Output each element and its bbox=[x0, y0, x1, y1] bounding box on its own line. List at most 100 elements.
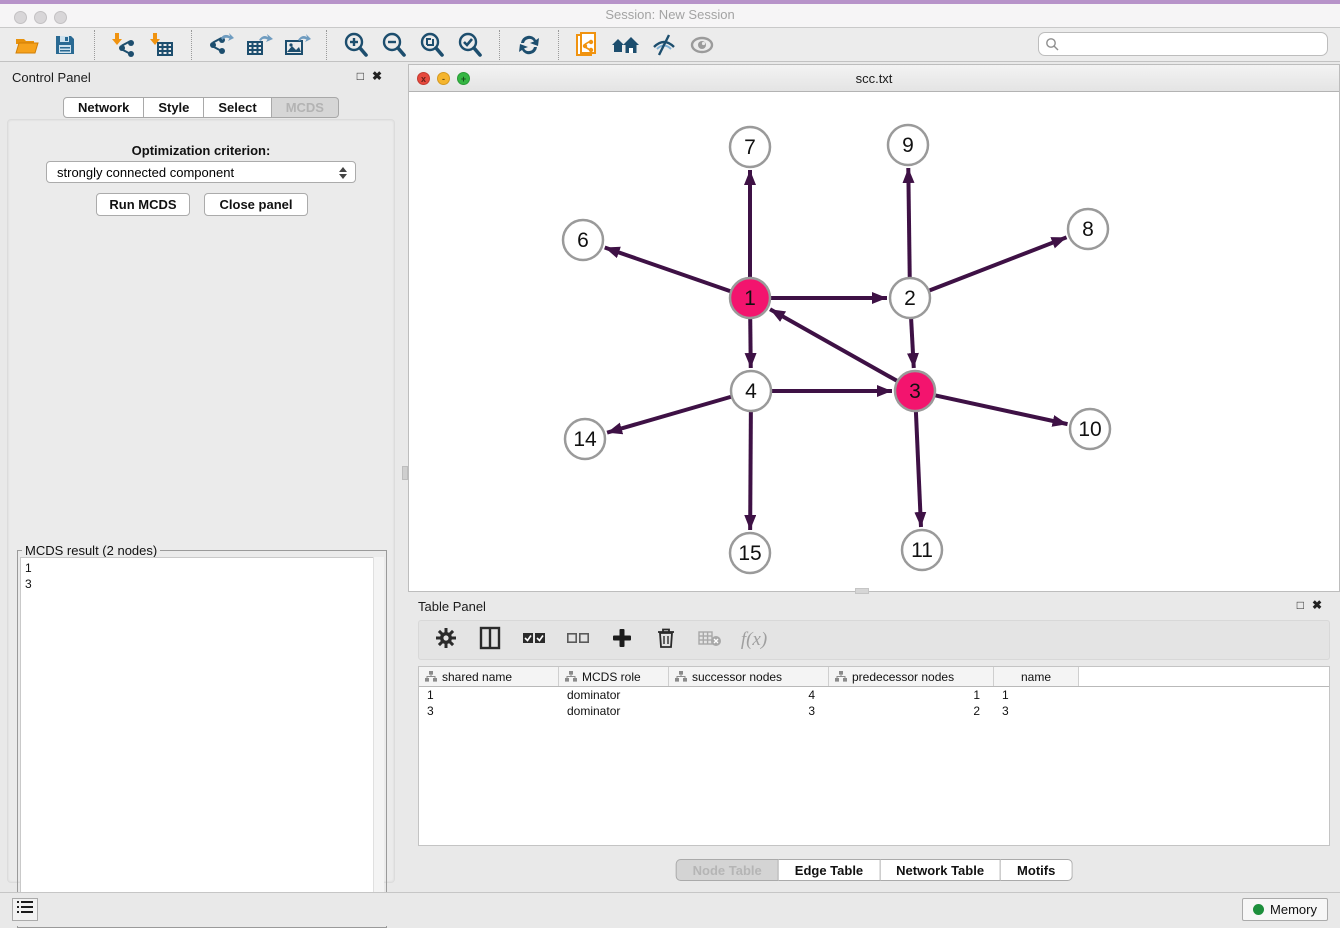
search-input[interactable] bbox=[1063, 34, 1327, 54]
mcds-result-text[interactable]: 1 3 bbox=[20, 557, 384, 925]
gear-icon bbox=[435, 627, 457, 654]
cell-mcds-role: dominator bbox=[559, 687, 669, 703]
import-table-icon bbox=[149, 32, 175, 58]
toolbar-separator bbox=[499, 30, 500, 60]
memory-status-icon bbox=[1253, 904, 1264, 915]
deselect-all-rows-button[interactable] bbox=[565, 627, 591, 653]
zoom-out-icon bbox=[381, 32, 407, 58]
save-session-button[interactable] bbox=[46, 31, 84, 59]
list-icon bbox=[17, 900, 33, 919]
graph-edge-3-11[interactable] bbox=[916, 409, 921, 527]
tab-node-table[interactable]: Node Table bbox=[676, 859, 779, 881]
toolbar-separator bbox=[326, 30, 327, 60]
control-panel-tabs: Network Style Select MCDS bbox=[63, 97, 339, 118]
export-image-button[interactable] bbox=[278, 31, 316, 59]
graph-edge-1-6[interactable] bbox=[605, 248, 733, 293]
unchecked-boxes-icon bbox=[566, 631, 590, 650]
column-header-name[interactable]: name bbox=[994, 667, 1079, 686]
table-tabs: Node Table Edge Table Network Table Moti… bbox=[676, 859, 1073, 881]
result-scrollbar[interactable] bbox=[373, 557, 384, 925]
float-table-panel-icon[interactable]: □ bbox=[1297, 598, 1312, 612]
apply-layout-button[interactable] bbox=[510, 31, 548, 59]
open-file-button[interactable] bbox=[8, 31, 46, 59]
column-header-mcds-role[interactable]: MCDS role bbox=[559, 667, 669, 686]
table-panel-title: Table Panel bbox=[418, 599, 486, 614]
graph-node-label-8: 8 bbox=[1082, 218, 1094, 241]
tab-network[interactable]: Network bbox=[63, 97, 144, 118]
columns-icon bbox=[479, 626, 501, 655]
delete-column-button[interactable] bbox=[653, 627, 679, 653]
memory-label: Memory bbox=[1270, 902, 1317, 917]
graph-edge-2-9[interactable] bbox=[908, 168, 909, 280]
function-builder-button[interactable]: f(x) bbox=[741, 627, 767, 653]
copy-network-icon bbox=[575, 31, 601, 59]
delete-table-button[interactable] bbox=[697, 627, 723, 653]
mcds-result-title: MCDS result (2 nodes) bbox=[22, 543, 160, 558]
open-folder-icon bbox=[14, 33, 40, 57]
copy-network-button[interactable] bbox=[569, 31, 607, 59]
close-panel-button[interactable]: Close panel bbox=[204, 193, 308, 216]
network-window-titlebar[interactable]: x - + scc.txt bbox=[409, 65, 1339, 92]
column-header-successor-nodes[interactable]: successor nodes bbox=[669, 667, 829, 686]
show-panels-button[interactable] bbox=[683, 31, 721, 59]
column-header-predecessor-nodes[interactable]: predecessor nodes bbox=[829, 667, 994, 686]
export-network-button[interactable] bbox=[202, 31, 240, 59]
tab-select[interactable]: Select bbox=[204, 97, 271, 118]
show-columns-button[interactable] bbox=[477, 627, 503, 653]
toolbar-separator bbox=[94, 30, 95, 60]
tab-mcds[interactable]: MCDS bbox=[272, 97, 339, 118]
node-table[interactable]: shared name MCDS role successor nodes pr… bbox=[418, 666, 1330, 846]
graph-edge-2-3[interactable] bbox=[911, 316, 914, 368]
task-history-button[interactable] bbox=[12, 898, 38, 921]
criterion-dropdown[interactable]: strongly connected component bbox=[46, 161, 356, 183]
tab-edge-table[interactable]: Edge Table bbox=[779, 859, 880, 881]
close-table-panel-icon[interactable]: ✖ bbox=[1312, 598, 1330, 612]
search-icon bbox=[1045, 37, 1059, 51]
table-settings-button[interactable] bbox=[433, 627, 459, 653]
float-panel-icon[interactable]: □ bbox=[357, 69, 372, 83]
graph-edge-1-4[interactable] bbox=[750, 316, 751, 368]
tab-style[interactable]: Style bbox=[144, 97, 204, 118]
tab-motifs[interactable]: Motifs bbox=[1001, 859, 1072, 881]
run-mcds-button[interactable]: Run MCDS bbox=[96, 193, 190, 216]
export-image-icon bbox=[283, 32, 311, 58]
session-title: Session: New Session bbox=[0, 7, 1340, 22]
graph-edge-4-15[interactable] bbox=[750, 409, 751, 530]
graph-edge-3-1[interactable] bbox=[770, 309, 899, 382]
import-table-button[interactable] bbox=[143, 31, 181, 59]
zoom-in-button[interactable] bbox=[337, 31, 375, 59]
cell-successor-nodes: 3 bbox=[669, 703, 829, 719]
column-header-shared-name[interactable]: shared name bbox=[419, 667, 559, 686]
table-row[interactable]: 1 dominator 4 1 1 bbox=[419, 687, 1329, 703]
plus-icon bbox=[612, 628, 632, 653]
delete-table-icon bbox=[698, 629, 722, 652]
graph-node-label-7: 7 bbox=[744, 136, 756, 159]
optimization-criterion-label: Optimization criterion: bbox=[8, 143, 394, 158]
graph-node-label-14: 14 bbox=[573, 428, 597, 451]
zoom-fit-button[interactable] bbox=[413, 31, 451, 59]
graph-edge-4-14[interactable] bbox=[607, 396, 734, 433]
home-button[interactable] bbox=[607, 31, 645, 59]
table-row[interactable]: 3 dominator 3 2 3 bbox=[419, 703, 1329, 719]
table-toolbar: f(x) bbox=[418, 620, 1330, 660]
memory-button[interactable]: Memory bbox=[1242, 898, 1328, 921]
tab-network-table[interactable]: Network Table bbox=[880, 859, 1001, 881]
graph-edge-2-8[interactable] bbox=[927, 237, 1067, 291]
export-table-button[interactable] bbox=[240, 31, 278, 59]
zoom-out-button[interactable] bbox=[375, 31, 413, 59]
import-network-button[interactable] bbox=[105, 31, 143, 59]
network-canvas[interactable]: 7968124314101511 bbox=[409, 92, 1339, 591]
hide-panels-button[interactable] bbox=[645, 31, 683, 59]
search-box[interactable] bbox=[1038, 32, 1328, 56]
toolbar-separator bbox=[191, 30, 192, 60]
select-all-rows-button[interactable] bbox=[521, 627, 547, 653]
network-graph[interactable]: 7968124314101511 bbox=[409, 92, 1339, 591]
graph-node-label-10: 10 bbox=[1078, 418, 1101, 441]
cell-mcds-role: dominator bbox=[559, 703, 669, 719]
graph-node-label-9: 9 bbox=[902, 134, 914, 157]
graph-edge-3-10[interactable] bbox=[933, 395, 1068, 424]
graph-node-label-2: 2 bbox=[904, 287, 916, 310]
add-column-button[interactable] bbox=[609, 627, 635, 653]
zoom-selected-button[interactable] bbox=[451, 31, 489, 59]
close-panel-icon[interactable]: ✖ bbox=[372, 69, 390, 83]
